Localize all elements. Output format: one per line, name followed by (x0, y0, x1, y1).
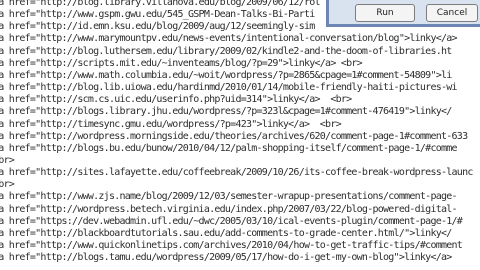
code-line: <a href="http://sites.lafayette.edu/coff… (0, 167, 473, 179)
code-line: <a href="http://blogs.bu.edu/bunow/2010/… (0, 142, 458, 154)
run-button[interactable]: Run (355, 4, 415, 22)
cancel-button[interactable]: Cancel (426, 4, 478, 22)
code-line: <a href="http://blogs.tamu.edu/wordpress… (0, 252, 452, 264)
html-source-editor[interactable]: <a href="http://blog.library.villanova.e… (0, 0, 480, 270)
run-dialog: Run Cancel (326, 0, 480, 27)
